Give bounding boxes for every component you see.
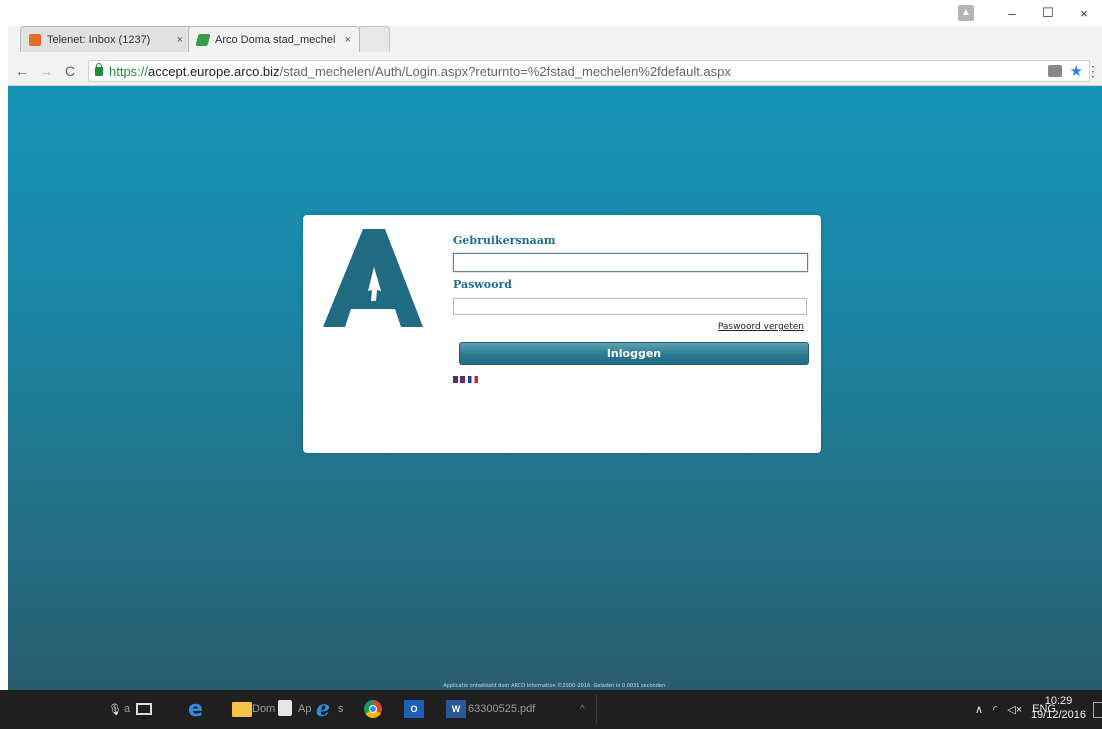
clock-time: 10:29 — [1044, 695, 1073, 707]
url-path: /stad_mechelen/Auth/Login.aspx?returnto=… — [279, 63, 731, 79]
english-flag-icon[interactable] — [453, 376, 465, 383]
arco-favicon-icon — [195, 33, 211, 46]
arco-logo-icon — [323, 229, 423, 327]
page-background: Gebruikersnaam Paswoord Paswoord vergete… — [8, 86, 1102, 690]
language-selector — [453, 376, 478, 383]
login-panel: Gebruikersnaam Paswoord Paswoord vergete… — [303, 215, 821, 453]
outlook-icon[interactable]: O — [404, 700, 424, 718]
new-tab-button[interactable] — [358, 26, 390, 52]
taskbar-folder-label: Dom — [252, 703, 276, 715]
tab-title: Telenet: Inbox (1237) — [47, 33, 151, 46]
url-host: accept.europe.arco.biz — [148, 63, 280, 79]
forgot-password-link[interactable]: Paswoord vergeten — [718, 322, 804, 332]
caret-up-icon[interactable]: ^ — [580, 698, 585, 720]
translate-icon[interactable] — [1047, 65, 1062, 77]
login-button[interactable]: Inloggen — [459, 342, 809, 365]
store-icon[interactable] — [278, 700, 292, 716]
url-input[interactable]: https://accept.europe.arco.biz/stad_mech… — [88, 60, 1090, 82]
word-icon[interactable]: W — [446, 700, 466, 718]
wifi-icon[interactable]: ◜ — [993, 703, 997, 716]
show-hidden-icons-icon[interactable]: ∧ — [975, 703, 983, 716]
taskbar-search-text[interactable]: a — [124, 698, 130, 720]
footer-copyright: Applicatie ontwikkeld door ARCO Informat… — [443, 683, 667, 689]
mail-favicon-icon — [29, 33, 41, 46]
password-label: Paswoord — [453, 278, 512, 291]
close-window-button[interactable]: × — [1066, 6, 1102, 21]
internet-explorer-icon[interactable]: e — [316, 696, 330, 722]
lock-icon — [95, 62, 103, 76]
tab-telenet-inbox[interactable]: Telenet: Inbox (1237) × — [20, 26, 192, 52]
french-flag-icon[interactable] — [468, 376, 478, 383]
edge-icon[interactable]: e — [188, 697, 203, 722]
minimize-button[interactable]: – — [994, 6, 1030, 21]
tab-close-icon[interactable]: × — [345, 34, 351, 46]
profile-icon[interactable]: ▲ — [958, 5, 974, 21]
task-view-icon[interactable] — [136, 703, 152, 715]
taskbar-pdf-label[interactable]: 63300525.pdf — [468, 698, 535, 720]
password-input[interactable] — [453, 298, 807, 315]
bookmark-star-icon[interactable]: ★ — [1070, 62, 1083, 80]
forward-arrow-icon[interactable]: → — [36, 63, 56, 79]
username-input[interactable] — [453, 253, 808, 272]
url-actions: ★ — [1047, 61, 1083, 81]
url-scheme: https:// — [109, 63, 149, 79]
taskbar-app2-label: s — [338, 703, 344, 715]
reload-icon[interactable]: C — [60, 63, 80, 79]
clock[interactable]: 10:29 19/12/2016 — [1031, 694, 1086, 722]
file-explorer-icon[interactable] — [232, 702, 252, 717]
back-arrow-icon[interactable]: ← — [12, 63, 32, 79]
chrome-icon[interactable] — [364, 700, 382, 718]
maximize-button[interactable]: ☐ — [1030, 5, 1066, 21]
volume-muted-icon[interactable]: ◁× — [1007, 703, 1022, 716]
tab-arco-doma[interactable]: Arco Doma stad_mechel × — [188, 26, 360, 52]
tab-close-icon[interactable]: × — [177, 34, 183, 46]
clock-date: 19/12/2016 — [1030, 709, 1086, 721]
taskbar-app-label: Ap — [298, 703, 312, 715]
address-bar-row: ← → C https://accept.europe.arco.biz/sta… — [8, 57, 1102, 86]
show-desktop-button[interactable] — [1093, 702, 1102, 718]
taskbar-separator — [596, 694, 597, 724]
microphone-icon[interactable]: 🎙 — [108, 698, 122, 720]
left-edge — [0, 0, 8, 729]
tab-title: Arco Doma stad_mechel — [215, 33, 336, 46]
browser-menu-icon[interactable]: ⋮ — [1086, 63, 1100, 80]
windows-taskbar: 🎙 a e Dom Ap e s O W 63300525.pdf ^ ∧ ◜ … — [0, 690, 1102, 729]
window-controls: ▲ – ☐ × — [958, 0, 1102, 26]
username-label: Gebruikersnaam — [453, 234, 556, 247]
